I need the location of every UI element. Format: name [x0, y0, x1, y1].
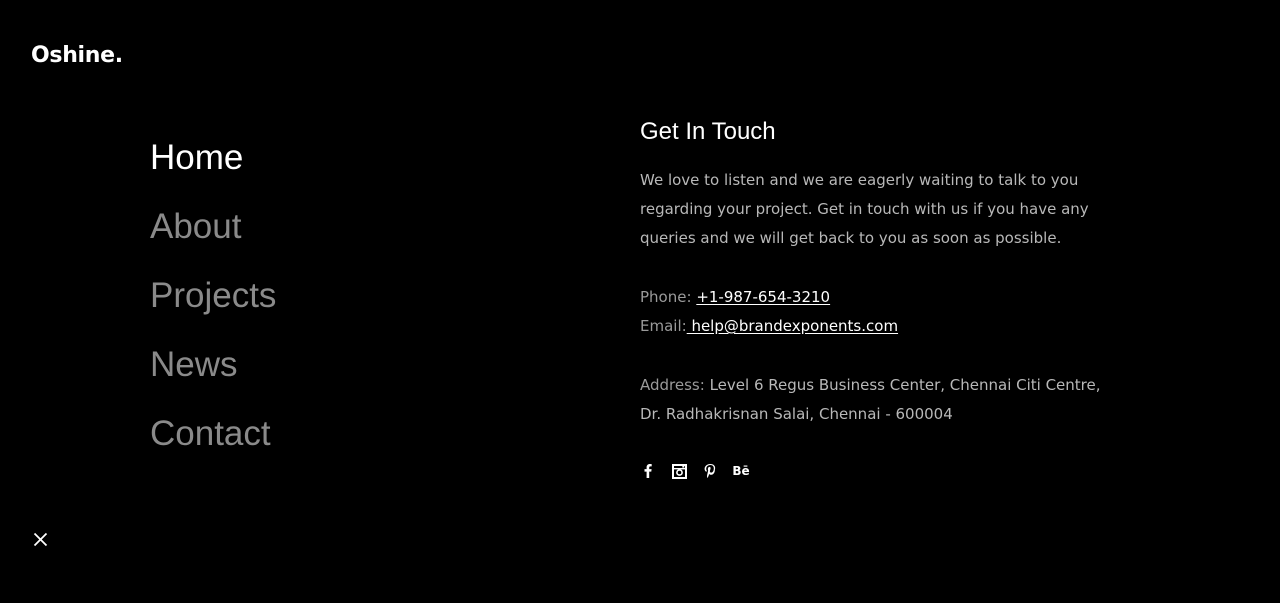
- site-logo[interactable]: Oshine.: [31, 42, 123, 70]
- menu-item-projects[interactable]: Projects: [150, 273, 276, 342]
- menu-item-contact[interactable]: Contact: [150, 411, 276, 480]
- menu-item-news[interactable]: News: [150, 342, 276, 411]
- email-label: Email:: [640, 317, 687, 335]
- address-label: Address:: [640, 376, 705, 394]
- main-menu: Home About Projects News Contact: [150, 135, 276, 480]
- pinterest-icon[interactable]: [702, 461, 718, 481]
- address-value: Level 6 Regus Business Center, Chennai C…: [640, 376, 1101, 423]
- menu-item-about[interactable]: About: [150, 204, 276, 273]
- phone-label: Phone:: [640, 288, 692, 306]
- phone-line: Phone: +1-987-654-3210: [640, 283, 1140, 312]
- behance-icon[interactable]: Bē: [732, 461, 750, 481]
- email-line: Email: help@brandexponents.com: [640, 312, 1140, 341]
- contact-panel: Get In Touch We love to listen and we ar…: [640, 114, 1140, 429]
- social-links: Bē: [640, 461, 750, 481]
- instagram-icon[interactable]: [671, 461, 687, 481]
- contact-intro: We love to listen and we are eagerly wai…: [640, 171, 1089, 247]
- close-icon[interactable]: [31, 530, 50, 549]
- phone-link[interactable]: +1-987-654-3210: [696, 288, 830, 306]
- contact-heading: Get In Touch: [640, 118, 776, 145]
- address-line: Address: Level 6 Regus Business Center, …: [640, 371, 1120, 429]
- behance-icon-text: Bē: [732, 464, 750, 478]
- email-link[interactable]: help@brandexponents.com: [687, 317, 898, 335]
- menu-item-home[interactable]: Home: [150, 135, 276, 204]
- facebook-icon[interactable]: [640, 461, 656, 481]
